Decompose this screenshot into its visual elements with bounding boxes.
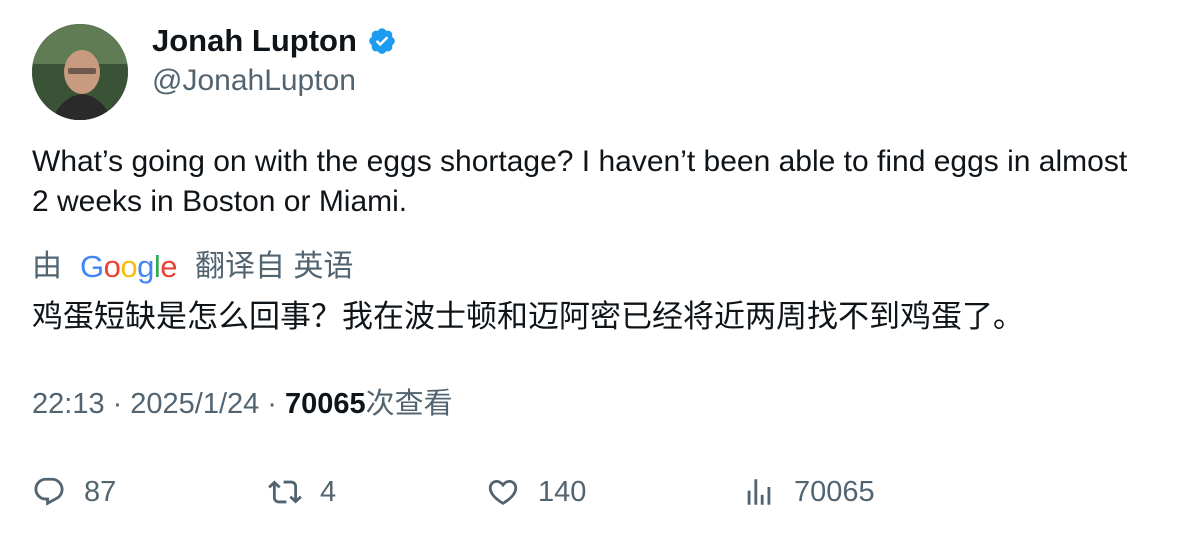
tweet-time[interactable]: 22:13: [32, 384, 105, 424]
reply-count: 87: [84, 475, 117, 508]
tweet-date[interactable]: 2025/1/24: [130, 384, 259, 424]
meta-separator: ·: [112, 388, 123, 420]
reply-button[interactable]: 87: [32, 470, 116, 514]
reply-icon: [34, 477, 64, 506]
avatar-photo: [32, 24, 128, 120]
tweet-text: What’s going on with the eggs shortage? …: [32, 145, 1128, 218]
views-label: 次查看: [365, 388, 453, 420]
translation-prefix: 由: [32, 250, 62, 283]
views-button[interactable]: 70065: [742, 470, 875, 514]
verified-badge-icon: [367, 26, 397, 56]
heart-icon: [488, 479, 518, 505]
user-handle[interactable]: @JonahLupton: [152, 62, 356, 100]
views-bar-chart-icon: [747, 479, 771, 505]
meta-separator: ·: [267, 388, 277, 420]
retweet-count: 4: [320, 475, 337, 508]
display-name-text: Jonah Lupton: [152, 23, 357, 58]
like-button[interactable]: 140: [486, 470, 586, 514]
translation-suffix: 翻译自 英语: [195, 250, 354, 283]
views-count: 70065: [284, 388, 366, 420]
retweet-button[interactable]: 4: [268, 470, 336, 514]
views-count-action: 70065: [794, 475, 875, 508]
translated-text: 鸡蛋短缺是怎么回事？我在波士顿和迈阿密已经将近两周找不到鸡蛋了。: [32, 299, 1024, 335]
user-display-name[interactable]: Jonah Lupton: [152, 22, 397, 60]
tweet-meta: 22:13 · 2025/1/24 · 70065 次查看: [32, 384, 453, 424]
avatar[interactable]: [32, 24, 128, 120]
like-count: 140: [538, 475, 587, 508]
tweet-actions: 87 4 140 70065: [32, 470, 1132, 514]
translation-attribution: 由 Google 翻译自 英语: [32, 247, 353, 287]
google-logo: Google: [80, 249, 178, 284]
retweet-icon: [268, 480, 302, 504]
